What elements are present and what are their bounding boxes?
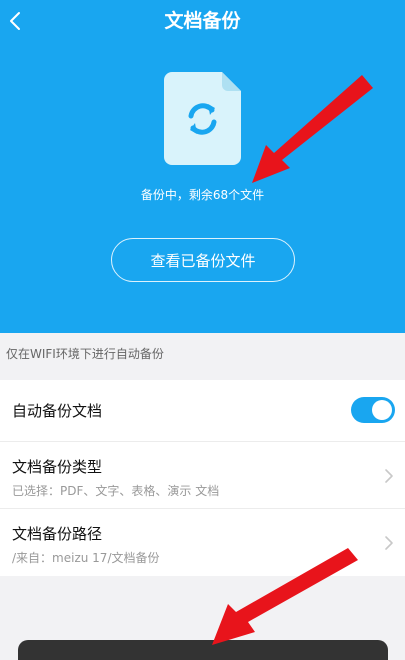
backup-status: 备份中，剩余68个文件 [140,188,265,202]
backup-type-value: 已选择：PDF、文字、表格、演示 文档 [12,484,220,498]
auto-backup-row: 自动备份文档 [0,380,405,442]
chevron-right-icon [385,536,393,550]
bottom-toast [18,640,388,660]
backup-path-value: /来自：meizu 17/文档备份 [12,551,160,565]
document-sync-icon [164,72,241,165]
wifi-hint: 仅在WIFI环境下进行自动备份 [6,347,164,361]
backup-path-row[interactable]: 文档备份路径 /来自：meizu 17/文档备份 [0,509,405,576]
toggle-knob [372,400,392,420]
backup-type-label: 文档备份类型 [12,458,103,476]
settings-list: 自动备份文档 文档备份类型 已选择：PDF、文字、表格、演示 文档 文档备份路径… [0,380,405,576]
backup-path-label: 文档备份路径 [12,525,103,543]
auto-backup-label: 自动备份文档 [12,402,103,420]
backup-type-row[interactable]: 文档备份类型 已选择：PDF、文字、表格、演示 文档 [0,442,405,509]
page-title: 文档备份 [164,10,241,32]
auto-backup-toggle[interactable] [351,397,395,423]
view-backed-up-files-button[interactable]: 查看已备份文件 [111,238,295,282]
header: 文档备份 备份中，剩余68个文件 查看已备份文件 [0,0,405,333]
chevron-right-icon [385,469,393,483]
